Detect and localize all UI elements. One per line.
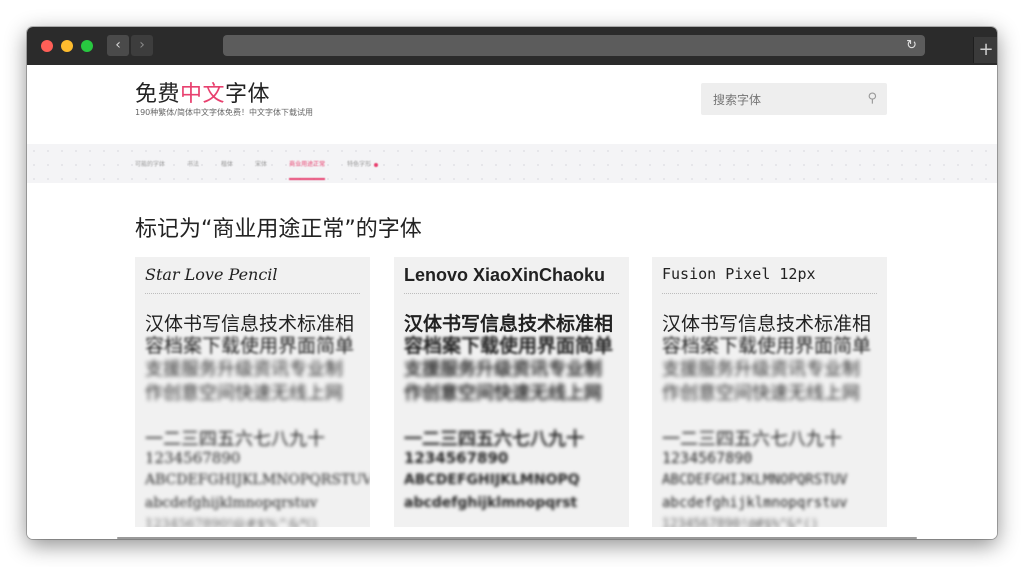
sample-chinese-numerals: 一二三四五六七八九十 (145, 429, 325, 450)
nav-item-songti[interactable]: 宋体 (255, 159, 267, 168)
category-nav: 可能的字体 书法 楷体 宋体 商业用途正常 特色字形 (27, 144, 997, 183)
nav-item-special-glyphs[interactable]: 特色字形 (347, 159, 379, 168)
back-button[interactable]: ‹ (107, 35, 129, 56)
site-title-accent: 中文 (180, 82, 226, 107)
font-card[interactable]: Star Love Pencil 汉体书写信息技术标准相 容档案下载使用界面简单… (135, 257, 370, 527)
new-badge-dot (374, 162, 379, 167)
nav-item-kaiti[interactable]: 楷体 (221, 159, 233, 168)
sample-lowercase: abcdefghijklmnopqrstuv (662, 495, 848, 511)
page-title: 标记为“商业用途正常”的字体 (135, 217, 422, 242)
search-box: ⚲ (701, 83, 887, 117)
font-name[interactable]: Fusion Pixel 12px (662, 265, 877, 294)
forward-button[interactable]: › (131, 35, 153, 56)
browser-window: ‹ › ↻ + 免费中文字体 190种繁体/简体中文字体免费！中文字体下载试用 … (27, 27, 997, 539)
plus-icon: + (978, 39, 994, 60)
sample-hanzi-line: 支援服务升级资讯专业制 (404, 359, 602, 380)
sample-lowercase: abcdefghijklmnopqrst (404, 495, 578, 511)
sample-hanzi-line: 容档案下载使用界面简单 (145, 335, 355, 357)
sample-chinese-numerals: 一二三四五六七八九十 (662, 429, 842, 450)
sample-hanzi-line: 作创意空间快速无线上网 (145, 383, 343, 404)
sample-digits: 1234567890 (145, 449, 241, 467)
font-name[interactable]: Lenovo XiaoXinChaoku (404, 265, 619, 294)
sample-uppercase: ABCDEFGHIJKLMNOPQRSTUV (145, 472, 370, 488)
search-input[interactable] (711, 83, 855, 117)
site-title-prefix: 免费 (135, 82, 181, 107)
address-bar[interactable]: ↻ (223, 35, 925, 56)
site-subtitle: 190种繁体/简体中文字体免费！中文字体下载试用 (135, 108, 313, 117)
site-logo[interactable]: 免费中文字体 (135, 76, 270, 108)
font-card[interactable]: Fusion Pixel 12px 汉体书写信息技术标准相 容档案下载使用界面简… (652, 257, 887, 527)
sample-hanzi-line: 作创意空间快速无线上网 (662, 383, 860, 404)
chevron-left-icon: ‹ (115, 37, 121, 53)
sample-digits: 1234567890 (404, 449, 509, 467)
close-window-button[interactable] (41, 40, 53, 52)
sample-chinese-numerals: 一二三四五六七八九十 (404, 429, 584, 450)
nav-item-possible-fonts[interactable]: 可能的字体 (135, 159, 165, 168)
reload-icon[interactable]: ↻ (906, 35, 917, 56)
horizontal-scrollbar[interactable] (117, 537, 917, 539)
sample-uppercase: ABCDEFGHIJKLMNOPQ (404, 472, 580, 488)
site-title: 免费中文字体 (135, 82, 270, 107)
title-bar: ‹ › ↻ + (27, 27, 997, 65)
search-icon[interactable]: ⚲ (867, 91, 877, 106)
sample-symbols: 1234567890!@#$%^&*() (662, 517, 819, 527)
nav-item-special-glyphs-label: 特色字形 (347, 161, 372, 168)
font-name[interactable]: Star Love Pencil (145, 265, 360, 294)
sample-uppercase: ABCDEFGHIJKLMNOPQRSTUV (662, 472, 848, 488)
new-tab-button[interactable]: + (973, 37, 997, 63)
font-card[interactable]: Lenovo XiaoXinChaoku 汉体书写信息技术标准相 容档案下载使用… (394, 257, 629, 527)
minimize-window-button[interactable] (61, 40, 73, 52)
sample-hanzi-line: 容档案下载使用界面简单 (404, 335, 614, 357)
nav-item-commercial-use[interactable]: 商业用途正常 (289, 159, 326, 180)
chevron-right-icon: › (139, 37, 145, 53)
site-title-suffix: 字体 (225, 82, 271, 107)
page-content: 免费中文字体 190种繁体/简体中文字体免费！中文字体下载试用 ⚲ 可能的字体 … (27, 65, 997, 539)
sample-symbols: 1234567890!@#$%^&*() (145, 517, 317, 527)
sample-hanzi-line: 作创意空间快速无线上网 (404, 383, 602, 404)
zoom-window-button[interactable] (81, 40, 93, 52)
sample-hanzi-line: 支援服务升级资讯专业制 (145, 359, 343, 380)
nav-item-calligraphy[interactable]: 书法 (187, 159, 199, 168)
sample-hanzi-line: 支援服务升级资讯专业制 (662, 359, 860, 380)
sample-digits: 1234567890 (662, 449, 753, 467)
sample-hanzi-line: 容档案下载使用界面简单 (662, 335, 872, 357)
sample-lowercase: abcdefghijklmnopqrstuv (145, 495, 318, 511)
